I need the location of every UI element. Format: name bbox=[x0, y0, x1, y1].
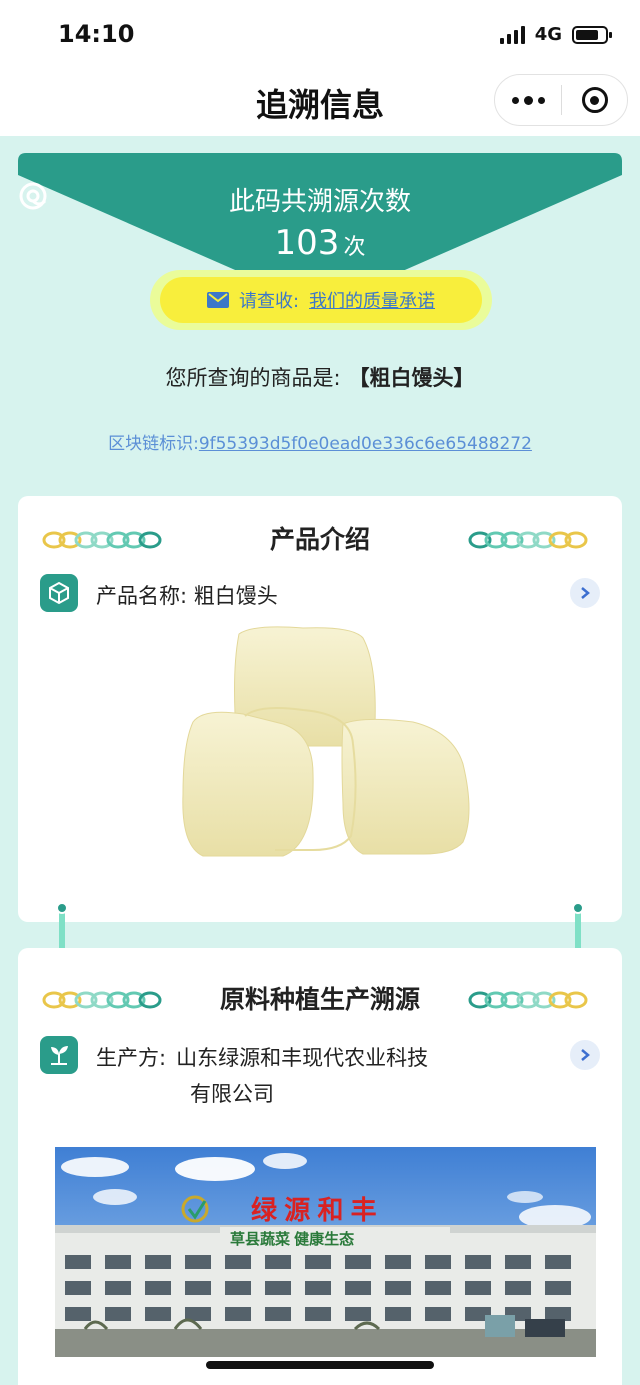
trace-count-banner: 此码共溯源次数 103 次 bbox=[18, 153, 622, 273]
blockchain-hash-link[interactable]: 9f55393d5f0e0ead0e336c6e65488272 bbox=[199, 434, 532, 454]
battery-icon bbox=[572, 25, 612, 44]
query-prefix: 您所查询的商品是: bbox=[165, 366, 341, 390]
quality-promise-link[interactable]: 我们的质量承诺 bbox=[309, 287, 435, 313]
product-image bbox=[182, 626, 470, 857]
scan-icon bbox=[19, 182, 47, 210]
target-icon bbox=[581, 87, 608, 113]
trace-count-number: 103 bbox=[274, 223, 340, 263]
chain-decoration-icon bbox=[468, 531, 588, 549]
trace-count-unit: 次 bbox=[343, 235, 366, 260]
dot-icon bbox=[537, 96, 545, 104]
mail-icon bbox=[206, 292, 229, 308]
sprout-icon bbox=[40, 1036, 78, 1074]
product-intro-card: 产品介绍 产品名称: 粗白馒头 bbox=[18, 496, 622, 922]
nav-bar: 追溯信息 bbox=[0, 70, 640, 136]
mini-program-capsule bbox=[494, 74, 628, 126]
close-button[interactable] bbox=[562, 75, 627, 125]
blockchain-id-line: 区块链标识:9f55393d5f0e0ead0e336c6e65488272 bbox=[0, 429, 640, 454]
producer-info: 生产方: 山东绿源和丰现代农业科技 有限公司 bbox=[96, 1040, 526, 1112]
query-product-line: 您所查询的商品是: 【粗白馒头】 bbox=[0, 362, 640, 392]
trace-count: 103 次 bbox=[18, 223, 622, 263]
producer-row[interactable]: 生产方: 山东绿源和丰现代农业科技 有限公司 bbox=[40, 1036, 600, 1116]
factory-brand-sign: 绿 源 和 丰 bbox=[251, 1195, 377, 1225]
chain-decoration-icon bbox=[468, 991, 588, 1009]
producer-name-line2: 有限公司 bbox=[190, 1082, 274, 1106]
promise-prefix: 请查收: bbox=[238, 291, 300, 312]
home-indicator bbox=[206, 1361, 434, 1369]
query-product-name: 【粗白馒头】 bbox=[348, 366, 475, 390]
card-header: 原料种植生产溯源 bbox=[18, 980, 622, 1020]
banner-title-row: 此码共溯源次数 bbox=[18, 181, 622, 218]
more-button[interactable] bbox=[495, 75, 561, 125]
dot-icon bbox=[511, 96, 519, 104]
page: 14:10 4G 追溯信息 此码共溯源次数 103 次 请查收: 我们的质量承诺… bbox=[0, 0, 640, 1385]
chevron-right-icon[interactable] bbox=[570, 578, 600, 608]
product-name-row[interactable]: 产品名称: 粗白馒头 bbox=[40, 574, 600, 614]
banner-title: 此码共溯源次数 bbox=[228, 187, 411, 217]
producer-name-line1: 山东绿源和丰现代农业科技 bbox=[176, 1046, 429, 1070]
quality-promise-button[interactable]: 请查收: 我们的质量承诺 bbox=[160, 277, 482, 323]
factory-slogan: 草县蔬菜 健康生态 bbox=[230, 1230, 354, 1248]
factory-photo: 绿 源 和 丰 草县蔬菜 健康生态 bbox=[55, 1147, 596, 1357]
network-type: 4G bbox=[534, 24, 562, 45]
chevron-right-icon[interactable] bbox=[570, 1040, 600, 1070]
dot-icon bbox=[523, 95, 533, 105]
status-bar: 14:10 4G bbox=[0, 0, 640, 70]
card-header: 产品介绍 bbox=[18, 520, 622, 560]
blockchain-label: 区块链标识: bbox=[108, 434, 199, 454]
producer-label: 生产方: bbox=[96, 1046, 167, 1070]
product-name-label: 产品名称: 粗白馒头 bbox=[96, 584, 278, 608]
box-icon bbox=[40, 574, 78, 612]
signal-icon bbox=[499, 25, 525, 44]
status-time: 14:10 bbox=[58, 20, 135, 48]
status-indicators: 4G bbox=[499, 24, 612, 45]
promise-pill-outer: 请查收: 我们的质量承诺 bbox=[150, 270, 492, 330]
